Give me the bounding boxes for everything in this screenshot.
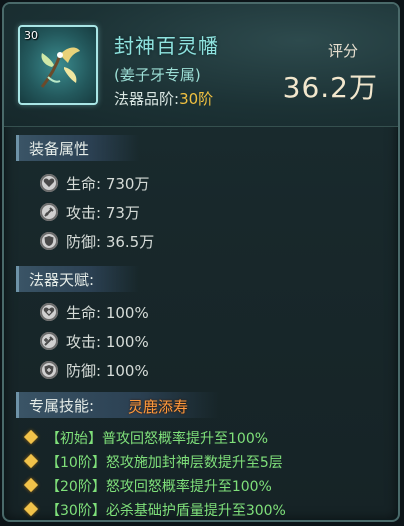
sword-icon	[40, 203, 58, 221]
shield-plus-icon	[40, 361, 58, 379]
diamond-bullet-icon	[23, 453, 39, 469]
section-skill-title: 专属技能:	[29, 397, 95, 415]
stat-hp-text: 生命: 730万	[66, 175, 150, 193]
item-header: 30 封神百灵幡 (姜子牙专属) 法器品阶:30阶 评分 36.2万	[4, 4, 398, 127]
skill-tier-text: 【30阶】必杀基础护盾量提升至300%	[46, 503, 286, 519]
stat-def-text: 防御: 36.5万	[66, 233, 155, 251]
heart-plus-icon	[40, 303, 58, 321]
section-talent-title: 法器天赋:	[29, 271, 95, 289]
sword-plus-icon	[40, 332, 58, 350]
score-label: 评分	[327, 42, 358, 60]
diamond-bullet-icon	[23, 429, 39, 445]
item-owner-tag: (姜子牙专属)	[114, 66, 201, 84]
talent-def-text: 防御: 100%	[66, 362, 149, 380]
item-grade-label: 法器品阶:	[114, 90, 180, 108]
item-name: 封神百灵幡	[114, 34, 219, 58]
shield-icon	[40, 232, 58, 250]
item-tooltip-panel: 30 封神百灵幡 (姜子牙专属) 法器品阶:30阶 评分 36.2万 装备属性 …	[2, 2, 400, 522]
item-grade-value: 30阶	[179, 90, 214, 108]
talent-atk-text: 攻击: 100%	[66, 333, 149, 351]
diamond-bullet-icon	[23, 477, 39, 493]
heart-icon	[40, 174, 58, 192]
banner-artifact-icon	[40, 47, 80, 88]
stat-atk-text: 攻击: 73万	[66, 204, 140, 222]
item-icon-frame[interactable]: 30	[18, 25, 98, 105]
skill-name: 灵鹿添寿	[128, 398, 189, 416]
section-skill: 专属技能:	[16, 392, 219, 418]
item-grade: 法器品阶:30阶	[114, 88, 213, 109]
diamond-bullet-icon	[23, 501, 39, 517]
talent-hp-text: 生命: 100%	[66, 304, 149, 322]
skill-tier-text: 【20阶】怒攻回怒概率提升至100%	[46, 479, 272, 495]
skill-tier-text: 【初始】普攻回怒概率提升至100%	[46, 431, 269, 447]
section-equip-attrs: 装备属性	[16, 135, 139, 161]
section-talent: 法器天赋:	[16, 266, 139, 292]
skill-tier-text: 【10阶】怒攻施加封神层数提升至5层	[46, 455, 283, 471]
score-value: 36.2万	[282, 71, 378, 104]
section-equip-attrs-title: 装备属性	[29, 140, 90, 158]
